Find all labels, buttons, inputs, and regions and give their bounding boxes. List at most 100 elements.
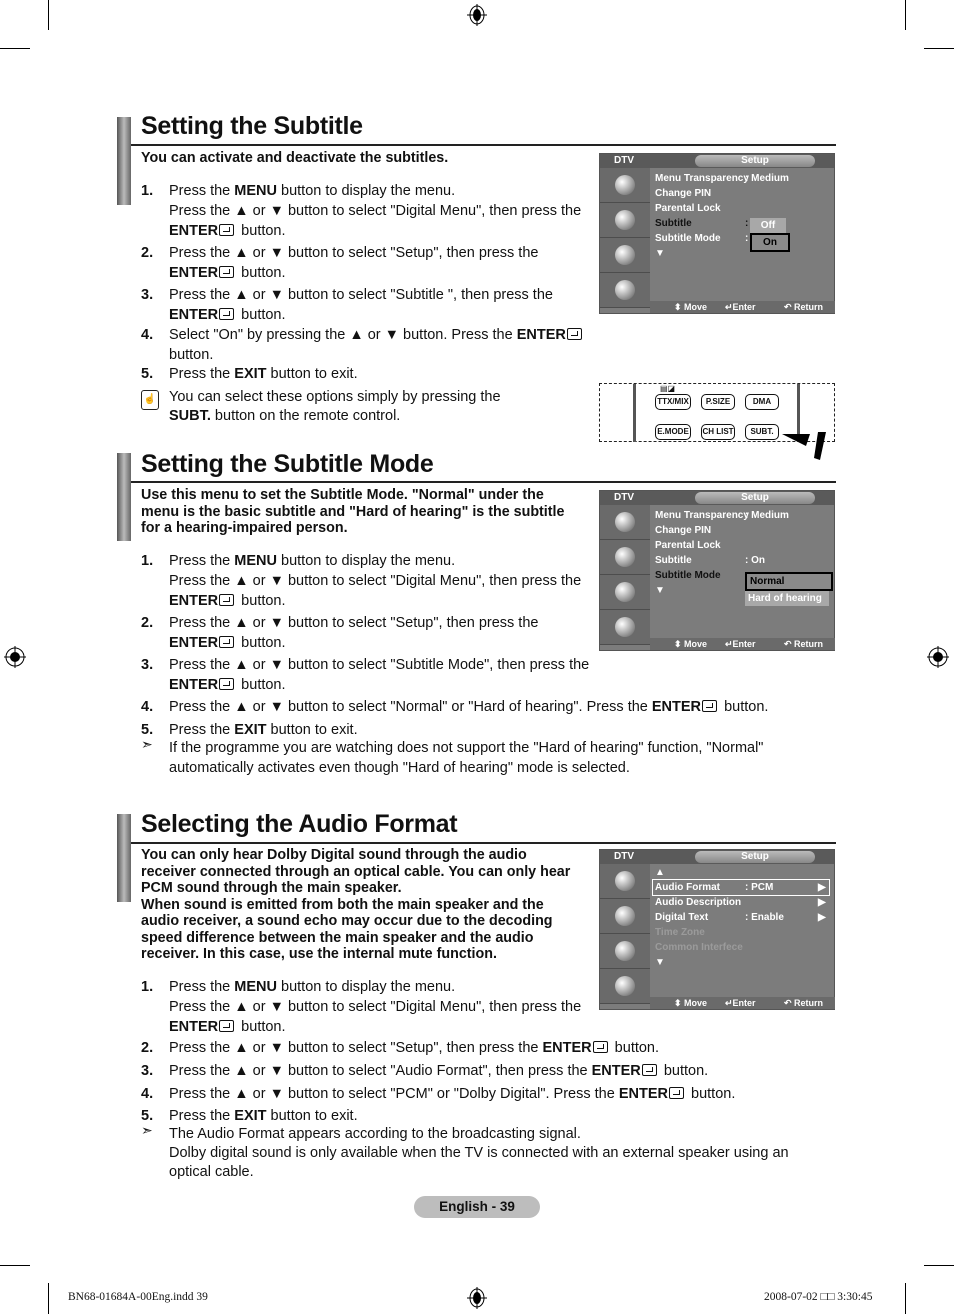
button-name: ENTER	[169, 635, 219, 651]
step-text: Press the EXIT button to exit.	[169, 1106, 358, 1126]
osd-sidebar-item[interactable]	[600, 273, 650, 308]
osd-menu-item[interactable]: Subtitle:	[655, 216, 749, 231]
osd-menu-list: ▲ Audio Format: PCM ▶ Audio Description ▶ Dig…	[652, 865, 830, 970]
osd-menu-item[interactable]: Digital Text: Enable ▶	[655, 910, 829, 925]
osd-menu-item[interactable]: Common Interfece	[655, 940, 829, 955]
intro-line: menu is the basic subtitle and "Hard of …	[141, 503, 565, 520]
osd-sidebar-item[interactable]	[600, 864, 650, 899]
osd-menu-item[interactable]: ▼	[655, 246, 749, 261]
enter-icon	[219, 594, 235, 606]
osd-item-label: Menu Transparency	[655, 510, 749, 521]
step-number: 3.	[141, 1063, 154, 1079]
osd-footer-label: Return	[794, 639, 824, 649]
button-name: ENTER	[618, 1086, 668, 1102]
osd-menu-item[interactable]: Subtitle Mode:	[655, 231, 749, 246]
step-number: 5.	[141, 366, 154, 382]
osd-menu-item[interactable]: ▲	[655, 865, 829, 880]
step-number: 1.	[141, 183, 154, 199]
osd-sidebar-item[interactable]	[600, 610, 650, 645]
osd-menu-item[interactable]: Time Zone	[655, 925, 829, 940]
submenu-arrow-icon: ▶	[818, 882, 826, 893]
button-name: ENTER	[169, 265, 219, 281]
osd-option[interactable]: On	[750, 233, 790, 252]
p-size-button[interactable]: P.SIZE	[701, 394, 735, 410]
osd-menu-item[interactable]: Subtitle Mode	[655, 568, 749, 583]
dma-button[interactable]: DMA	[745, 394, 779, 410]
step-line: button.	[169, 347, 214, 363]
osd-item-value: :	[745, 218, 749, 229]
step-line: Press the MENU button to display the men…	[169, 183, 456, 199]
section-title: Setting the Subtitle Mode	[141, 450, 434, 478]
osd-sidebar-item[interactable]	[600, 505, 650, 540]
osd-screen-subtitle: DTV Setup Menu Transparency: Medium Change …	[599, 153, 835, 314]
osd-sidebar-item[interactable]	[600, 575, 650, 610]
step-line: ENTER button.	[169, 593, 286, 609]
osd-menu-item[interactable]: Audio Format: PCM ▶	[652, 879, 830, 896]
osd-menu-item[interactable]: ▼	[655, 583, 749, 598]
osd-footer-label: Enter	[732, 998, 756, 1008]
osd-sidebar-item[interactable]	[600, 934, 650, 969]
osd-menu-item[interactable]: Change PIN	[655, 186, 749, 201]
ttx-mix-button[interactable]: TTX/MIX	[655, 394, 691, 410]
step-number: 4.	[141, 327, 154, 343]
button-name: ENTER	[169, 307, 219, 323]
step-text: Press the ▲ or ▼ button to select "Norma…	[169, 697, 768, 717]
picture-icon	[615, 512, 635, 532]
osd-menu-item[interactable]: Menu Transparency: Medium	[655, 171, 789, 186]
osd-sidebar-item[interactable]	[600, 238, 650, 273]
osd-sidebar-item[interactable]	[600, 969, 650, 1004]
step-text: Press the ▲ or ▼ button to select "Subti…	[169, 285, 553, 325]
enter-icon	[219, 224, 235, 236]
osd-item-value: : PCM	[745, 882, 774, 893]
button-name: EXIT	[234, 722, 267, 738]
step-line: ENTER button.	[169, 265, 286, 281]
e-mode-button[interactable]: E.MODE	[655, 424, 691, 440]
osd-item-value: : Medium	[745, 173, 789, 184]
intro-line: Use this menu to set the Subtitle Mode. …	[141, 487, 544, 503]
osd-footer-label: Return	[794, 302, 824, 312]
osd-menu-item[interactable]: Change PIN	[655, 523, 749, 538]
picture-icon	[615, 175, 635, 195]
osd-item-label: Common Interfece	[655, 942, 743, 953]
osd-sidebar	[600, 864, 650, 1004]
ch-list-button[interactable]: CH LIST	[701, 424, 735, 440]
osd-menu-item[interactable]: Audio Description ▶	[655, 895, 829, 910]
osd-menu-item[interactable]: Parental Lock	[655, 538, 749, 553]
enter-icon	[668, 1087, 684, 1099]
osd-menu-item[interactable]: Subtitle: On	[655, 553, 765, 568]
enter-icon: ↵	[725, 639, 733, 649]
osd-option[interactable]: Off	[750, 218, 786, 233]
note-text: The Audio Format appears according to th…	[169, 1125, 789, 1182]
setup-gear-icon	[615, 941, 635, 961]
osd-sidebar-item[interactable]	[600, 203, 650, 238]
osd-sidebar-item[interactable]	[600, 540, 650, 575]
osd-option[interactable]: Normal	[745, 572, 833, 591]
step-number: 4.	[141, 699, 154, 715]
osd-item-label: ▼	[655, 248, 665, 259]
section-intro: You can activate and deactivate the subt…	[141, 150, 449, 166]
step-line: Press the MENU button to display the men…	[169, 553, 456, 569]
osd-sidebar-item[interactable]	[600, 168, 650, 203]
step-line: ENTER button.	[169, 223, 286, 239]
step-line: ENTER button.	[169, 307, 286, 323]
step-number: 3.	[141, 657, 154, 673]
osd-footer: ⬍ Move ↵Enter ↶ Return	[650, 638, 835, 650]
step-text: Press the ▲ or ▼ button to select "Setup…	[169, 1038, 659, 1058]
return-icon: ↶	[784, 639, 795, 649]
osd-menu-item[interactable]: ▼	[655, 955, 829, 970]
button-name: MENU	[234, 183, 277, 199]
note-line: SUBT. button on the remote control.	[169, 408, 401, 424]
footer-timestamp: 2008-07-02 □□ 3:30:45	[764, 1291, 873, 1303]
osd-menu-item[interactable]: Menu Transparency: Medium	[655, 508, 789, 523]
osd-option[interactable]: Hard of hearing	[745, 591, 829, 606]
osd-option-popup: Off On	[750, 218, 790, 252]
subt-button[interactable]: SUBT.	[745, 424, 779, 440]
osd-menu-item[interactable]: Parental Lock	[655, 201, 749, 216]
osd-footer-return: ↶ Return	[784, 638, 823, 650]
step-number: 1.	[141, 979, 154, 995]
step-text: Press the MENU button to display the men…	[169, 181, 581, 241]
pointer-arrow-icon	[782, 432, 826, 460]
button-name: SUBT.	[169, 408, 211, 424]
section-title: Setting the Subtitle	[141, 112, 363, 140]
osd-sidebar-item[interactable]	[600, 899, 650, 934]
